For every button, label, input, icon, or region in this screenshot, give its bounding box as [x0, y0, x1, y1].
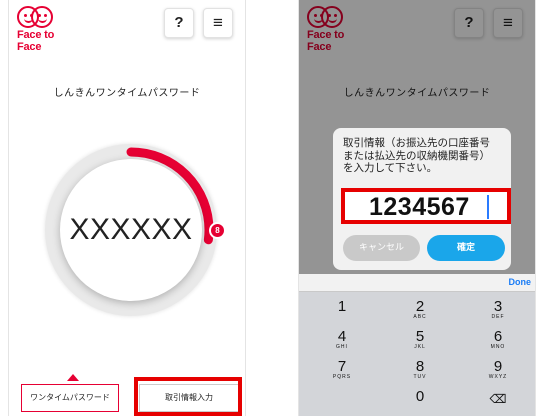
transaction-info-input[interactable]: 1234567	[341, 188, 511, 224]
key-8[interactable]: 8 TUV	[383, 356, 457, 382]
key-number: 5	[415, 328, 425, 345]
key-1[interactable]: 1	[305, 296, 379, 322]
key-letters: WXYZ	[488, 374, 508, 380]
confirm-button[interactable]: 確定	[427, 235, 505, 261]
numeric-keyboard: Done 1 2 ABC 3 DEF 4 GHI 5 JKL 6 MNO 7 PQRS 8 TUV 9 WXYZ…	[299, 274, 535, 416]
key-9[interactable]: 9 WXYZ	[461, 356, 535, 382]
timer-badge: 8	[209, 222, 226, 239]
active-tab-indicator	[67, 374, 79, 381]
key-number	[305, 386, 379, 389]
key-7[interactable]: 7 PQRS	[305, 356, 379, 382]
key-letters: JKL	[414, 344, 426, 350]
key-3[interactable]: 3 DEF	[461, 296, 535, 322]
key-number: 2	[415, 298, 425, 315]
dialog-message-line: を入力して下さい。	[343, 162, 438, 174]
key-letters: PQRS	[332, 374, 352, 380]
key-letters: TUV	[413, 374, 427, 380]
key-number: 6	[493, 328, 503, 345]
one-time-password: XXXXXX	[69, 213, 193, 246]
cancel-button[interactable]: キャンセル	[343, 235, 420, 261]
key-0[interactable]: 0	[383, 386, 457, 412]
key-4[interactable]: 4 GHI	[305, 326, 379, 352]
backspace-icon: ⌫	[489, 392, 507, 406]
key-6[interactable]: 6 MNO	[461, 326, 535, 352]
key-number: 0	[415, 388, 425, 405]
key-5[interactable]: 5 JKL	[383, 326, 457, 352]
key-letters: DEF	[491, 314, 505, 320]
face-to-face-logo: Face to Face	[17, 6, 73, 53]
highlight-box	[134, 377, 242, 416]
countdown-ring: XXXXXX 8	[45, 144, 226, 316]
key-number: 7	[337, 358, 347, 375]
menu-button[interactable]: ≡	[203, 8, 233, 38]
key-2[interactable]: 2 ABC	[383, 296, 457, 322]
key-letters: ABC	[413, 314, 427, 320]
input-value: 1234567	[369, 193, 470, 221]
key-blank	[305, 386, 379, 412]
key-number: 3	[493, 298, 503, 315]
key-number: 8	[415, 358, 425, 375]
text-cursor	[487, 195, 489, 219]
done-button[interactable]: Done	[509, 277, 532, 287]
logo-text: Face to Face	[17, 29, 55, 53]
keyboard-toolbar: Done	[299, 274, 535, 292]
dialog-message: 取引情報（お振込先の口座番号 または払込先の収納機関番号） を入力して下さい。	[343, 137, 507, 175]
otp-screen: Face to Face ? ≡ しんきんワンタイムパスワード XXXXXX 8…	[8, 0, 246, 416]
key-number: 9	[493, 358, 503, 375]
page-title: しんきんワンタイムパスワード	[53, 88, 201, 99]
dialog-message-line: または払込先の収納機関番号）	[343, 149, 490, 162]
key-letters: GHI	[336, 344, 348, 350]
key-number: 4	[337, 328, 347, 345]
key-number: 1	[337, 298, 347, 315]
transaction-info-dialog: 取引情報（お振込先の口座番号 または払込先の収納機関番号） を入力して下さい。 …	[333, 128, 511, 270]
transaction-input-screen: Face to Face ? ≡ しんきんワンタイムパスワード 取引情報（お振込…	[298, 0, 536, 416]
backspace-key[interactable]: ⌫	[461, 386, 535, 412]
key-letters: MNO	[490, 344, 506, 350]
dialog-message-line: 取引情報（お振込先の口座番号	[343, 137, 490, 149]
help-button[interactable]: ?	[164, 8, 194, 38]
tab-one-time-password[interactable]: ワンタイムパスワード	[21, 384, 119, 412]
